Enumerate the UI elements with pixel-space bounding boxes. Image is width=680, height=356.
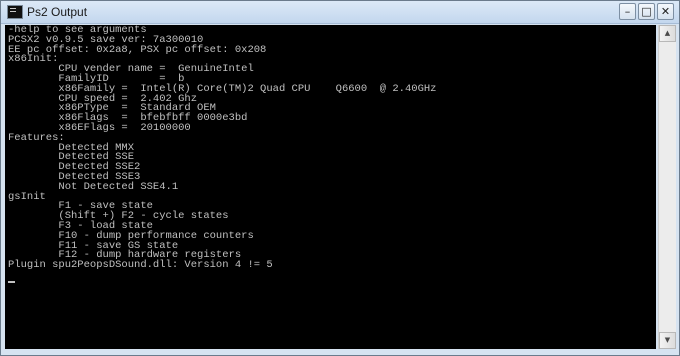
console-app-icon[interactable] xyxy=(7,5,23,19)
console-line: Plugin spu2PeopsDSound.dll: Version 4 !=… xyxy=(8,259,273,272)
console-line: x86EFlags = 20100000 xyxy=(8,121,191,134)
title-bar[interactable]: Ps2 Output – □ ✕ xyxy=(1,1,679,24)
scroll-down-button[interactable]: ▼ xyxy=(659,332,676,349)
maximize-icon: □ xyxy=(641,5,652,18)
console-line: EE pc offset: 0x2a8, PSX pc offset: 0x20… xyxy=(8,43,267,56)
scroll-track[interactable] xyxy=(659,42,676,332)
vertical-scrollbar[interactable]: ▲ ▼ xyxy=(658,25,676,349)
scroll-up-button[interactable]: ▲ xyxy=(659,25,676,42)
maximize-button[interactable]: □ xyxy=(638,3,655,20)
scroll-down-icon: ▼ xyxy=(664,336,671,344)
ps2-output-window: Ps2 Output – □ ✕ -help to see arguments P… xyxy=(0,0,680,356)
text-cursor xyxy=(8,281,15,283)
console-lines: -help to see arguments PCSX2 v0.9.5 save … xyxy=(8,25,436,272)
console-output[interactable]: -help to see arguments PCSX2 v0.9.5 save … xyxy=(5,25,656,349)
window-title: Ps2 Output xyxy=(27,5,88,19)
close-icon: ✕ xyxy=(660,5,671,18)
console-line: Not Detected SSE4.1 xyxy=(8,180,179,193)
minimize-icon: – xyxy=(624,5,631,18)
minimize-button[interactable]: – xyxy=(619,3,636,20)
scroll-up-icon: ▲ xyxy=(664,29,671,37)
close-button[interactable]: ✕ xyxy=(657,3,674,20)
